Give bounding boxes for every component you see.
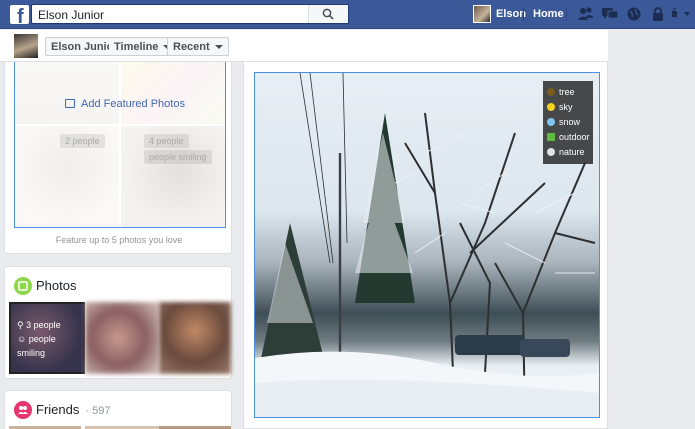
outdoor-icon (547, 133, 555, 141)
search-icon (322, 8, 334, 20)
right-column (608, 30, 695, 429)
breadcrumb-recent-label: Recent (173, 41, 210, 53)
account-menu-icon[interactable] (670, 6, 680, 22)
facebook-logo-icon[interactable]: f (10, 5, 29, 24)
photo-thumbnail[interactable]: ⚲ 3 people ☺ people smiling (9, 302, 85, 374)
nav-divider (566, 8, 567, 21)
chevron-down-icon[interactable] (683, 6, 691, 22)
nav-divider (523, 8, 524, 21)
photo-alt-tag: smiling (17, 348, 46, 358)
photos-card: Photos ⚲ 3 people ☺ people smiling (4, 266, 232, 379)
breadcrumb-recent[interactable]: Recent (167, 37, 229, 56)
photo-alt-tag: ☺ people (17, 334, 56, 344)
photo-alt-tag: 4 people (144, 134, 189, 148)
alt-tag-nature: nature (547, 145, 589, 160)
snowflake-icon (547, 118, 555, 126)
featured-caption: Feature up to 5 photos you love (55, 235, 183, 245)
photos-icon (14, 277, 32, 295)
search-input-value[interactable]: Elson Junior (38, 8, 104, 22)
post-photo[interactable]: tree sky snow outdoor nature (254, 72, 600, 418)
alt-tag-sky: sky (547, 100, 589, 115)
photos-title[interactable]: Photos (36, 278, 76, 293)
featured-overlay (15, 62, 225, 227)
breadcrumb-profile-label: Elson Junior (51, 41, 118, 53)
photo-thumbnail[interactable] (159, 302, 231, 374)
user-avatar[interactable] (473, 5, 491, 23)
profile-avatar[interactable] (14, 34, 38, 58)
post-card: tree sky snow outdoor nature (243, 62, 608, 429)
top-navigation-bar: f Elson Junior Elson Home (0, 0, 695, 29)
friends-icon (14, 401, 32, 419)
photo-alt-tags: ⚲ 3 people ☺ people smiling (17, 318, 61, 360)
add-featured-photos-link[interactable]: Add Featured Photos (65, 98, 185, 110)
alt-tag-snow: snow (547, 115, 589, 130)
notifications-icon[interactable] (625, 6, 643, 22)
friends-card: Friends · 597 (4, 390, 232, 429)
breadcrumb-timeline-label: Timeline (114, 41, 159, 53)
profile-header-bar: Elson Junior Timeline Recent (0, 30, 608, 62)
photo-alt-tag: ⚲ 3 people (17, 320, 61, 330)
featured-photos-grid: Add Featured Photos 2 people 4 people pe… (14, 62, 226, 228)
nature-icon (547, 148, 555, 156)
tree-icon (547, 88, 555, 96)
chevron-down-icon (214, 45, 223, 50)
friends-count: 597 (92, 405, 111, 417)
friend-requests-icon[interactable] (577, 6, 595, 22)
search-input[interactable]: Elson Junior (31, 4, 349, 24)
alt-tag-outdoor: outdoor (547, 130, 590, 145)
photo-thumbnail[interactable] (85, 302, 159, 374)
photo-alt-tag: people smiling (144, 150, 212, 164)
home-link[interactable]: Home (533, 8, 564, 20)
profile-link[interactable]: Elson (496, 8, 526, 20)
privacy-icon[interactable] (651, 6, 665, 22)
alt-tag-tree: tree (547, 85, 589, 100)
messages-icon[interactable] (601, 6, 619, 22)
photo-alt-tag: 2 people (60, 134, 105, 148)
add-featured-photos-label: Add Featured Photos (81, 98, 185, 110)
search-button[interactable] (308, 5, 348, 23)
friends-title[interactable]: Friends · 597 (36, 402, 111, 417)
photo-icon (65, 99, 75, 108)
featured-photos-card: Add Featured Photos 2 people 4 people pe… (4, 62, 232, 254)
sun-icon (547, 103, 555, 111)
image-alt-tags-list: tree sky snow outdoor nature (543, 81, 593, 164)
